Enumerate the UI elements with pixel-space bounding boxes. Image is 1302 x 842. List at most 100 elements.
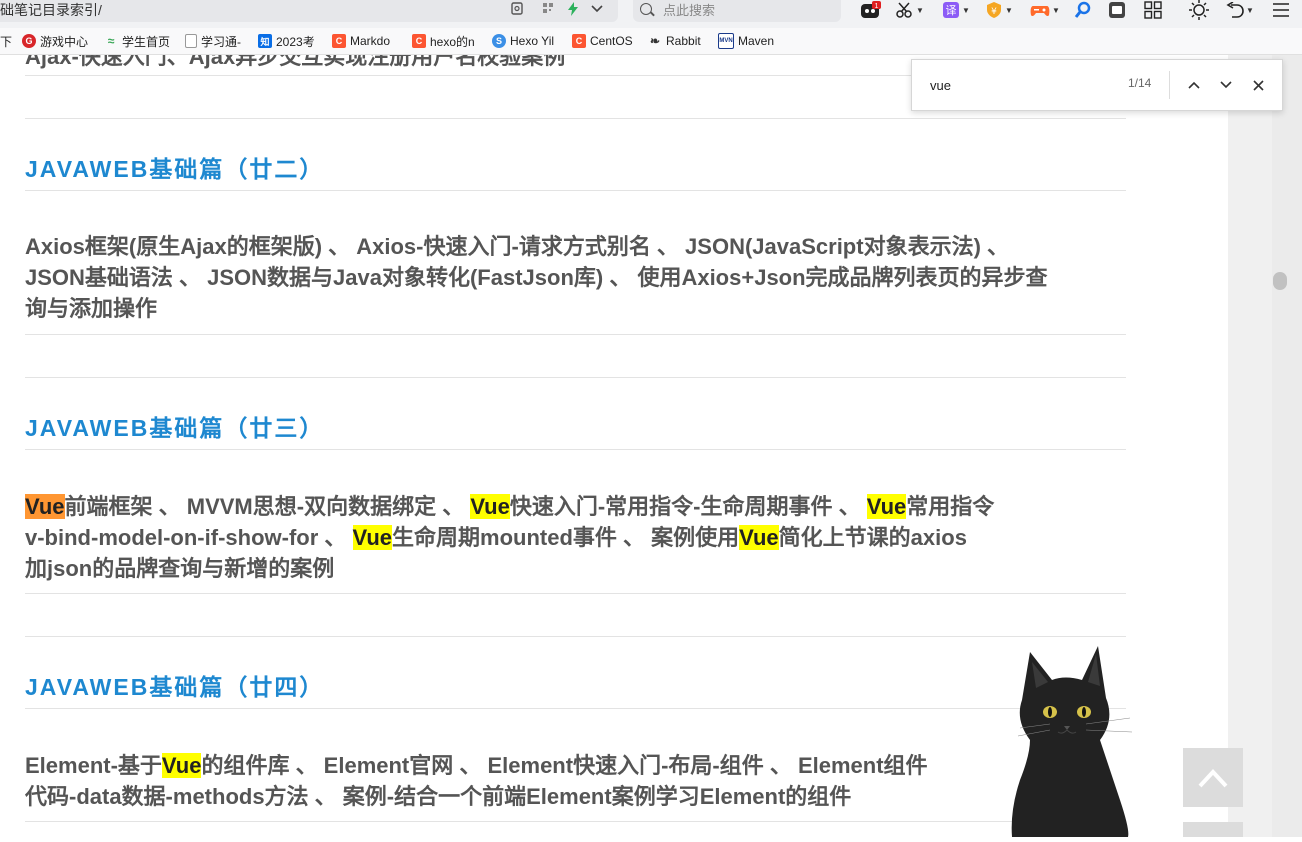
speed-mode-icon[interactable] bbox=[566, 2, 580, 16]
divider bbox=[25, 821, 1126, 822]
scrollbar-track[interactable] bbox=[1272, 55, 1302, 837]
student-icon: ≈ bbox=[107, 34, 115, 48]
csdn-icon: C bbox=[332, 34, 346, 48]
search-placeholder: 点此搜索 bbox=[663, 3, 716, 18]
find-input[interactable] bbox=[930, 76, 1120, 94]
notification-badge: 1 bbox=[875, 3, 879, 10]
bookmark-markdown[interactable]: C Markdo bbox=[332, 32, 398, 50]
search-match[interactable]: Vue bbox=[470, 494, 510, 519]
brightness-icon[interactable] bbox=[1189, 0, 1209, 20]
page-icon bbox=[185, 34, 197, 48]
summary-text[interactable]: Element-基于 bbox=[25, 753, 162, 778]
hexo-icon: S bbox=[492, 34, 506, 48]
summary-line: Element-基于Vue的组件库 、 Element官网 、 Element快… bbox=[25, 750, 1129, 781]
summary-text[interactable]: 常用指令 bbox=[906, 494, 994, 519]
find-match-count: 1/14 bbox=[1128, 76, 1152, 90]
menu-icon[interactable] bbox=[1272, 0, 1290, 20]
section-title-24[interactable]: JAVAWEB基础篇（廿四） bbox=[25, 668, 324, 702]
summary-text[interactable]: 快速入门-常用指令-生命周期事件 、 bbox=[510, 494, 867, 519]
browser-search-box[interactable]: 点此搜索 bbox=[633, 0, 841, 22]
divider bbox=[25, 449, 1126, 450]
game-icon[interactable]: 1 bbox=[860, 0, 882, 20]
summary-line: JSON基础语法 、 JSON数据与Java对象转化(FastJson库) 、 … bbox=[25, 262, 1129, 293]
summary-text[interactable]: 前端框架 、 MVVM思想-双向数据绑定 、 bbox=[65, 494, 471, 519]
scrollbar-thumb[interactable] bbox=[1273, 272, 1287, 290]
section-summary-23[interactable]: Vue前端框架 、 MVVM思想-双向数据绑定 、 Vue快速入门-常用指令-生… bbox=[25, 491, 1129, 584]
address-text[interactable]: 础笔记目录索引/ bbox=[0, 0, 102, 20]
summary-line: Axios框架(原生Ajax的框架版) 、 Axios-快速入门-请求方式别名 … bbox=[25, 231, 1129, 262]
chevron-down-icon bbox=[1220, 81, 1232, 89]
section-title-22[interactable]: JAVAWEB基础篇（廿二） bbox=[25, 150, 324, 184]
find-next-button[interactable] bbox=[1214, 73, 1238, 97]
section-summary-22[interactable]: Axios框架(原生Ajax的框架版) 、 Axios-快速入门-请求方式别名 … bbox=[25, 231, 1129, 324]
cat-mascot-widget[interactable] bbox=[990, 640, 1150, 837]
csdn-icon: C bbox=[412, 34, 426, 48]
bookmark-hexo-csdn[interactable]: Chexo的n bbox=[412, 32, 480, 50]
browser-top-bar: 础笔记目录索引/ 点此搜索 1 ▼ 译 ▼ ¥ ▼ ▼ ▼ bbox=[0, 0, 1302, 28]
screenshot-icon[interactable] bbox=[1108, 0, 1126, 20]
search-plugin-icon[interactable] bbox=[1074, 0, 1092, 20]
divider bbox=[25, 636, 1126, 637]
address-bar[interactable]: 础笔记目录索引/ bbox=[0, 0, 618, 22]
search-match[interactable]: Vue bbox=[352, 525, 393, 550]
summary-line: Vue前端框架 、 MVVM思想-双向数据绑定 、 Vue快速入门-常用指令-生… bbox=[25, 491, 1129, 522]
bookmark-rabbit[interactable]: ❧ Rabbit bbox=[648, 32, 706, 50]
undo-icon[interactable]: ▼ bbox=[1226, 0, 1254, 20]
divider bbox=[1169, 71, 1170, 99]
divider bbox=[25, 190, 1126, 191]
back-to-top-button[interactable] bbox=[1183, 748, 1243, 807]
summary-line: v-bind-model-on-if-show-for 、 Vue生命周期mou… bbox=[25, 522, 1129, 553]
find-in-page-bar: 1/14 bbox=[911, 59, 1283, 111]
chevron-up-icon bbox=[1188, 81, 1200, 89]
coupon-icon[interactable]: ¥ ▼ bbox=[985, 0, 1013, 20]
bookmark-game-center[interactable]: G 游戏中心 bbox=[22, 32, 94, 50]
bookmark-centos[interactable]: C CentOS bbox=[572, 32, 636, 50]
gamepad-icon[interactable]: ▼ bbox=[1030, 0, 1060, 20]
bookmark-hexo-yilia[interactable]: S Hexo Yil bbox=[492, 32, 558, 50]
summary-line: 加json的品牌查询与新增的案例 bbox=[25, 553, 1129, 584]
summary-text[interactable]: 的组件库 、 Element官网 、 Element快速入门-布局-组件 、 E… bbox=[201, 753, 927, 778]
bookmark-xuexitong[interactable]: 学习通- bbox=[185, 32, 245, 50]
summary-line: 询与添加操作 bbox=[25, 293, 1129, 324]
search-match[interactable]: Vue bbox=[866, 494, 907, 519]
bookmarks-bar: 下 G 游戏中心 ≈ 学生首页 学习通- 知 2023考 C Markdo Chexo的… bbox=[0, 28, 1302, 55]
scissors-icon[interactable]: ▼ bbox=[896, 0, 924, 20]
summary-text[interactable]: JSON基础语法 、 JSON数据与Java对象转化(FastJson库) 、 … bbox=[25, 265, 1048, 290]
search-match[interactable]: Vue bbox=[161, 753, 202, 778]
secondary-float-button[interactable] bbox=[1183, 822, 1243, 837]
svg-text:¥: ¥ bbox=[991, 7, 997, 17]
search-match[interactable]: Vue bbox=[739, 525, 779, 550]
bookmark-folder[interactable]: 下 bbox=[0, 32, 14, 50]
section-summary-24[interactable]: Element-基于Vue的组件库 、 Element官网 、 Element快… bbox=[25, 750, 1129, 812]
bookmark-student-home[interactable]: ≈ 学生首页 bbox=[104, 32, 172, 50]
section-title-23[interactable]: JAVAWEB基础篇（廿三） bbox=[25, 409, 324, 443]
summary-text[interactable]: 简化上节课的axios bbox=[779, 525, 967, 550]
summary-text[interactable]: 代码-data数据-methods方法 、 案例-结合一个前端Element案例… bbox=[25, 784, 851, 809]
divider bbox=[25, 334, 1126, 335]
bookmark-zhihu[interactable]: 知 2023考 bbox=[258, 32, 320, 50]
chevron-down-icon[interactable] bbox=[590, 2, 604, 16]
previous-section-text: Ajax-快速入门、Ajax异步交互实现注册用户名校验案例 bbox=[25, 55, 566, 69]
divider bbox=[25, 118, 1126, 119]
summary-text[interactable]: 询与添加操作 bbox=[25, 296, 157, 321]
translate-icon[interactable]: 译 ▼ bbox=[942, 0, 970, 20]
summary-text[interactable]: v-bind-model-on-if-show-for 、 bbox=[25, 525, 353, 550]
find-close-button[interactable] bbox=[1246, 73, 1270, 97]
find-previous-button[interactable] bbox=[1182, 73, 1206, 97]
search-icon bbox=[640, 3, 652, 15]
qr-code-icon[interactable] bbox=[541, 2, 555, 16]
csdn-icon: C bbox=[572, 34, 586, 48]
close-icon bbox=[1252, 79, 1264, 91]
game-center-icon: G bbox=[22, 34, 36, 48]
divider bbox=[25, 708, 1126, 709]
summary-text[interactable]: Axios框架(原生Ajax的框架版) 、 Axios-快速入门-请求方式别名 … bbox=[25, 234, 1009, 259]
bookmark-maven[interactable]: MVN Maven bbox=[718, 32, 782, 50]
summary-text[interactable]: 生命周期mounted事件 、 案例使用 bbox=[392, 525, 739, 550]
search-match-current[interactable]: Vue bbox=[25, 494, 65, 519]
apps-grid-icon[interactable] bbox=[1144, 0, 1162, 20]
summary-text[interactable]: 加json的品牌查询与新增的案例 bbox=[25, 556, 334, 581]
svg-text:译: 译 bbox=[946, 4, 957, 17]
page-info-icon[interactable] bbox=[510, 2, 524, 16]
divider bbox=[25, 593, 1126, 594]
zhihu-icon: 知 bbox=[258, 34, 272, 48]
